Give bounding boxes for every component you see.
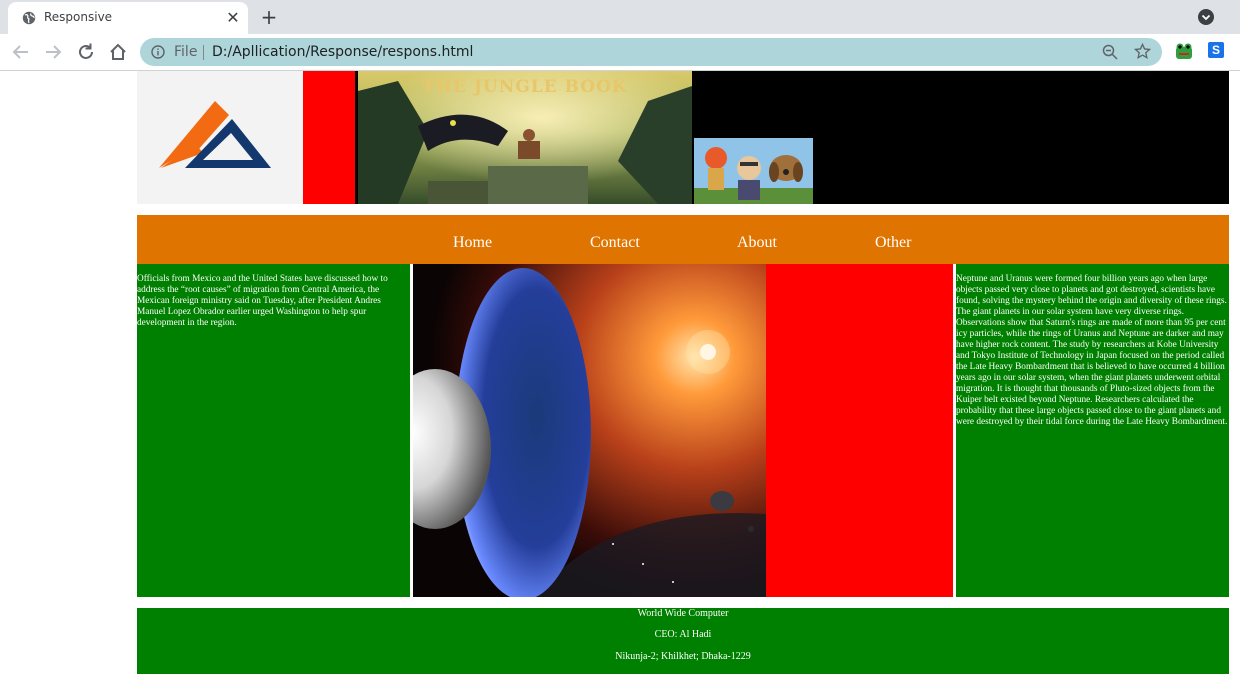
main-navbar: Home Contact About Other bbox=[137, 215, 1229, 264]
header-red-block bbox=[303, 71, 355, 204]
nav-contact-link[interactable]: Contact bbox=[590, 234, 640, 252]
footer-company: World Wide Computer bbox=[637, 608, 729, 619]
address-bar[interactable]: File D:/Apllication/Response/respons.htm… bbox=[140, 38, 1162, 66]
browser-tab[interactable]: Responsive ✕ bbox=[8, 2, 248, 34]
url-text[interactable]: D:/Apllication/Response/respons.html bbox=[212, 44, 473, 60]
tab-title: Responsive bbox=[44, 10, 113, 24]
globe-icon bbox=[22, 11, 36, 25]
back-icon[interactable] bbox=[10, 41, 32, 63]
frog-extension-icon[interactable] bbox=[1175, 42, 1193, 60]
omnibox-divider bbox=[203, 45, 204, 60]
forward-icon[interactable] bbox=[42, 41, 64, 63]
zoom-out-icon[interactable] bbox=[1102, 44, 1118, 60]
url-scheme-label: File bbox=[174, 44, 198, 60]
jungle-book-title: THE JUNGLE BOOK bbox=[422, 77, 628, 97]
tab-strip: Responsive ✕ + bbox=[0, 0, 1240, 34]
nav-about-link[interactable]: About bbox=[737, 234, 777, 252]
reload-icon[interactable] bbox=[75, 41, 97, 63]
close-icon[interactable]: ✕ bbox=[223, 8, 243, 28]
browser-toolbar: File D:/Apllication/Response/respons.htm… bbox=[0, 34, 1240, 71]
space-planet-image bbox=[413, 264, 766, 597]
tab-search-icon[interactable] bbox=[1197, 8, 1215, 26]
footer-ceo: CEO: Al Hadi bbox=[654, 629, 712, 640]
s-extension-icon[interactable]: S bbox=[1208, 42, 1224, 58]
red-column-block bbox=[766, 264, 953, 597]
page-footer: World Wide Computer CEO: Al Hadi Nikunja… bbox=[137, 608, 1229, 674]
info-icon[interactable] bbox=[151, 45, 165, 59]
bookmark-star-icon[interactable] bbox=[1134, 43, 1151, 60]
left-article-text: Officials from Mexico and the United Sta… bbox=[137, 274, 388, 328]
left-article-panel: Officials from Mexico and the United Sta… bbox=[137, 264, 410, 597]
right-article-text: Neptune and Uranus were formed four bill… bbox=[956, 274, 1228, 427]
home-icon[interactable] bbox=[107, 41, 129, 63]
up-movie-poster bbox=[694, 138, 813, 204]
nav-other-link[interactable]: Other bbox=[875, 234, 911, 252]
footer-address: Nikunja-2; Khilkhet; Dhaka-1229 bbox=[615, 651, 751, 662]
nav-home-link[interactable]: Home bbox=[453, 234, 492, 252]
jungle-book-poster: THE JUNGLE BOOK bbox=[358, 71, 692, 204]
company-logo bbox=[137, 71, 303, 204]
right-article-panel: Neptune and Uranus were formed four bill… bbox=[956, 264, 1229, 597]
new-tab-button[interactable]: + bbox=[257, 5, 281, 29]
